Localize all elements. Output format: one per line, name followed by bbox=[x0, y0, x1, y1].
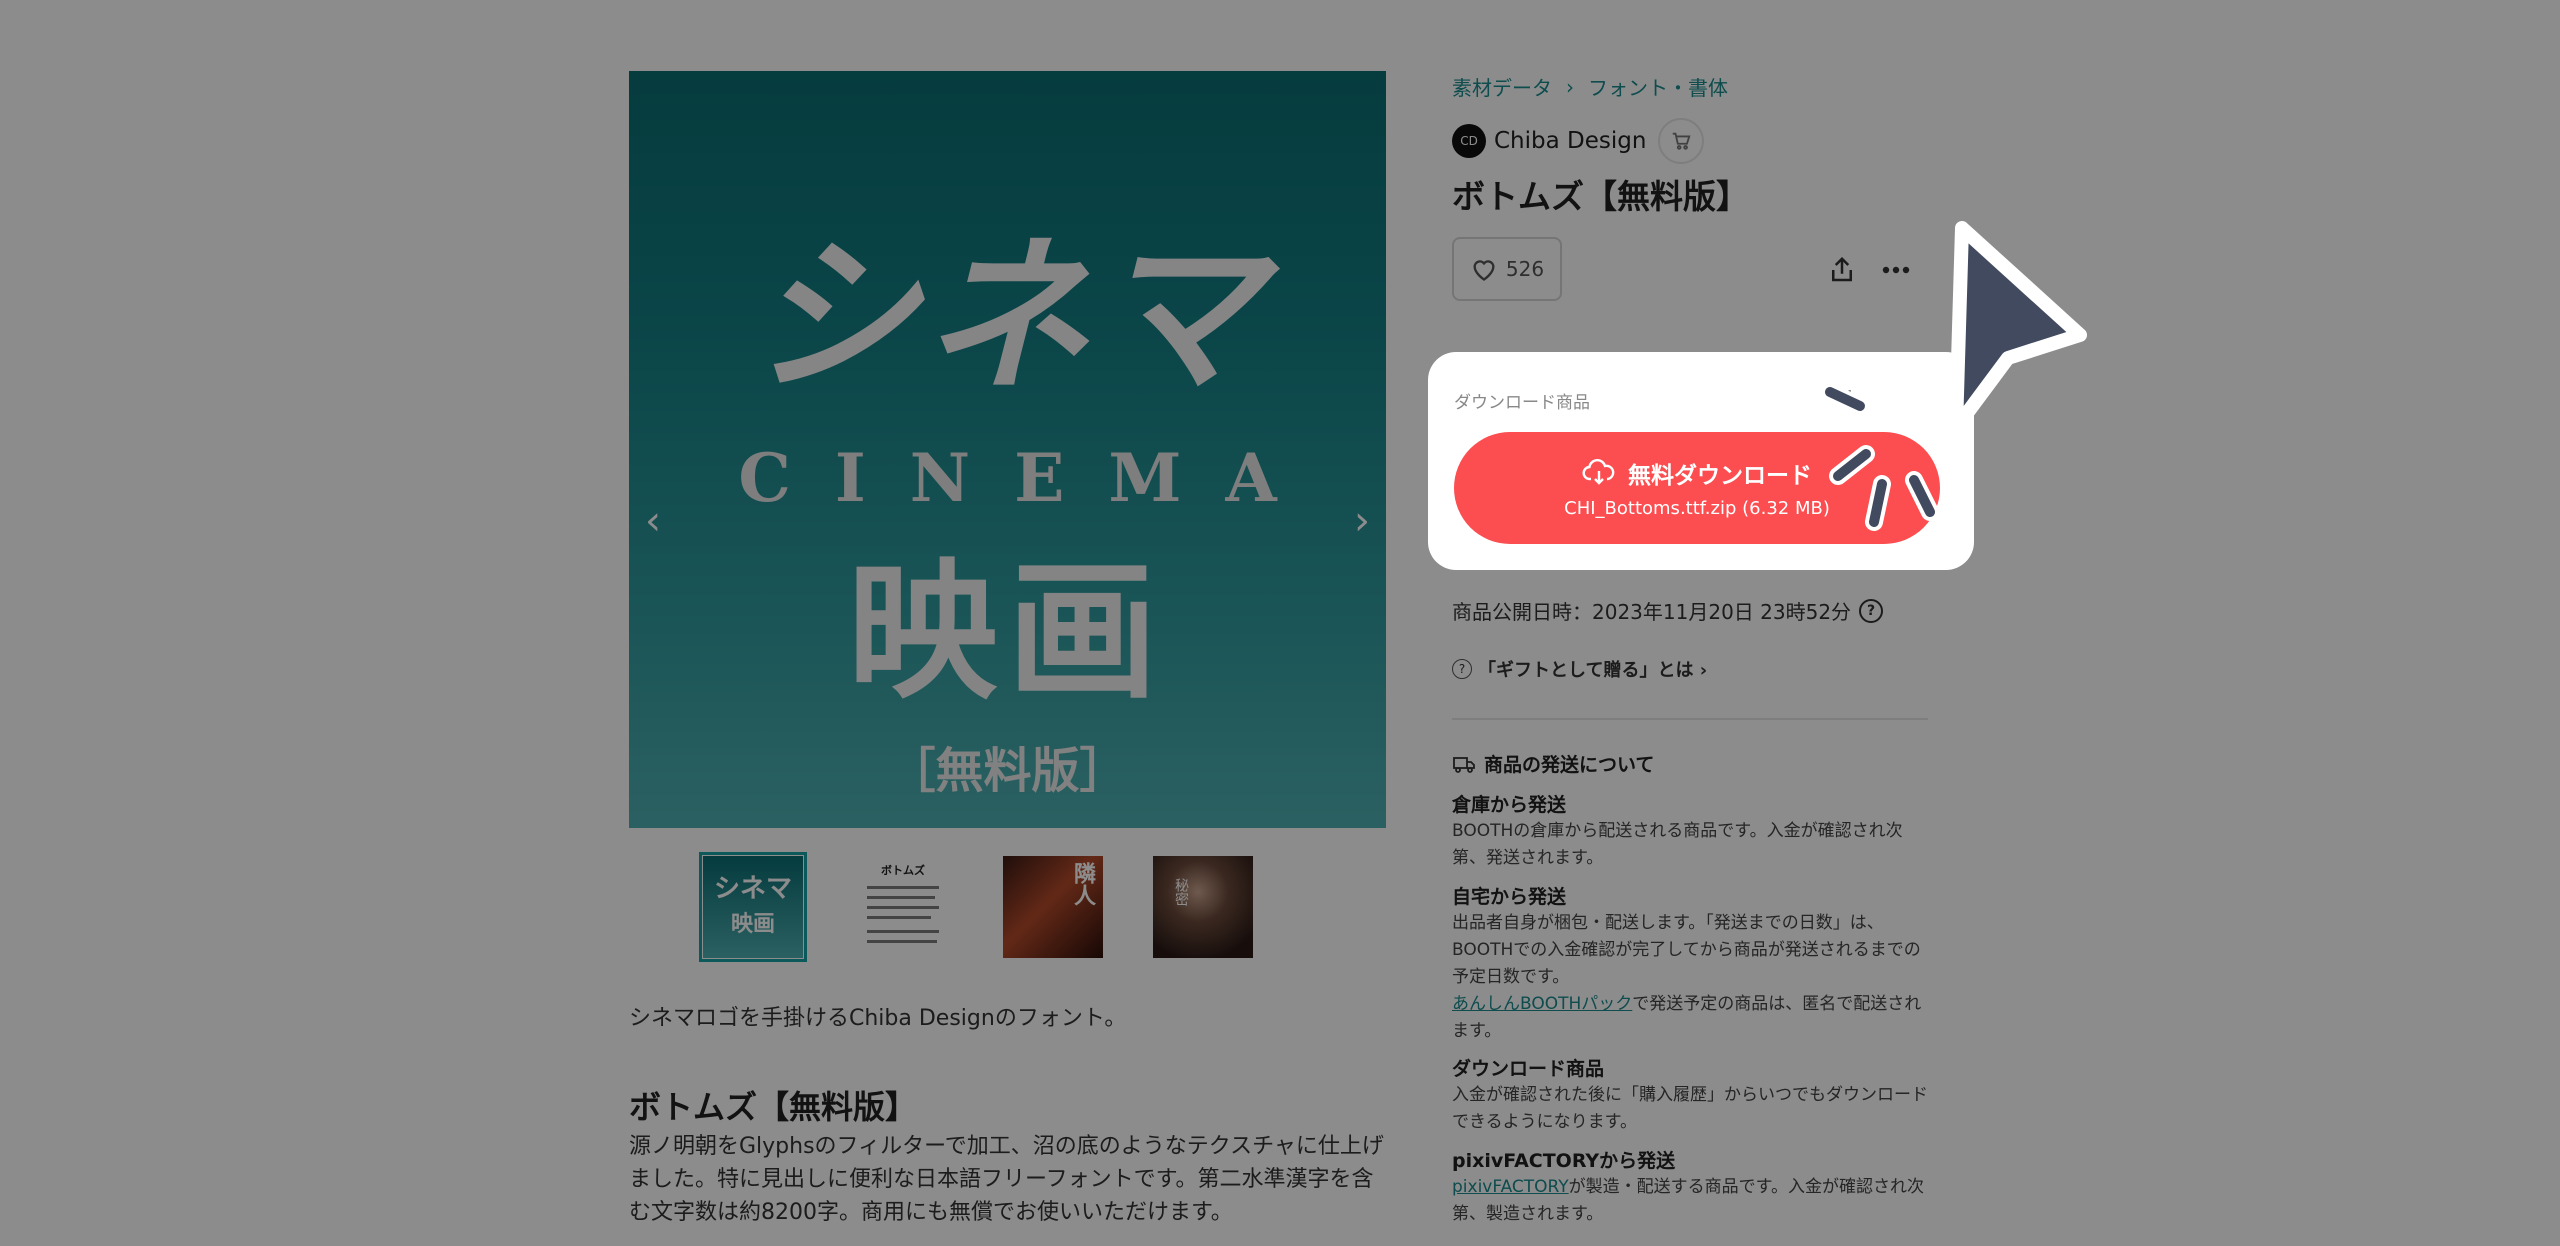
download-product-label: ダウンロード商品 bbox=[1454, 393, 1590, 413]
pointer-cursor-icon bbox=[1821, 221, 2087, 531]
booth-product-page: シネマ CINEMA 映画 ［無料版］ ‹ › シネマ 映画 ボトムズ 隣人 秘… bbox=[0, 0, 2560, 1246]
dim-overlay bbox=[0, 0, 2560, 1246]
cloud-download-icon bbox=[1582, 459, 1615, 485]
free-download-label: 無料ダウンロード bbox=[1628, 463, 1812, 489]
